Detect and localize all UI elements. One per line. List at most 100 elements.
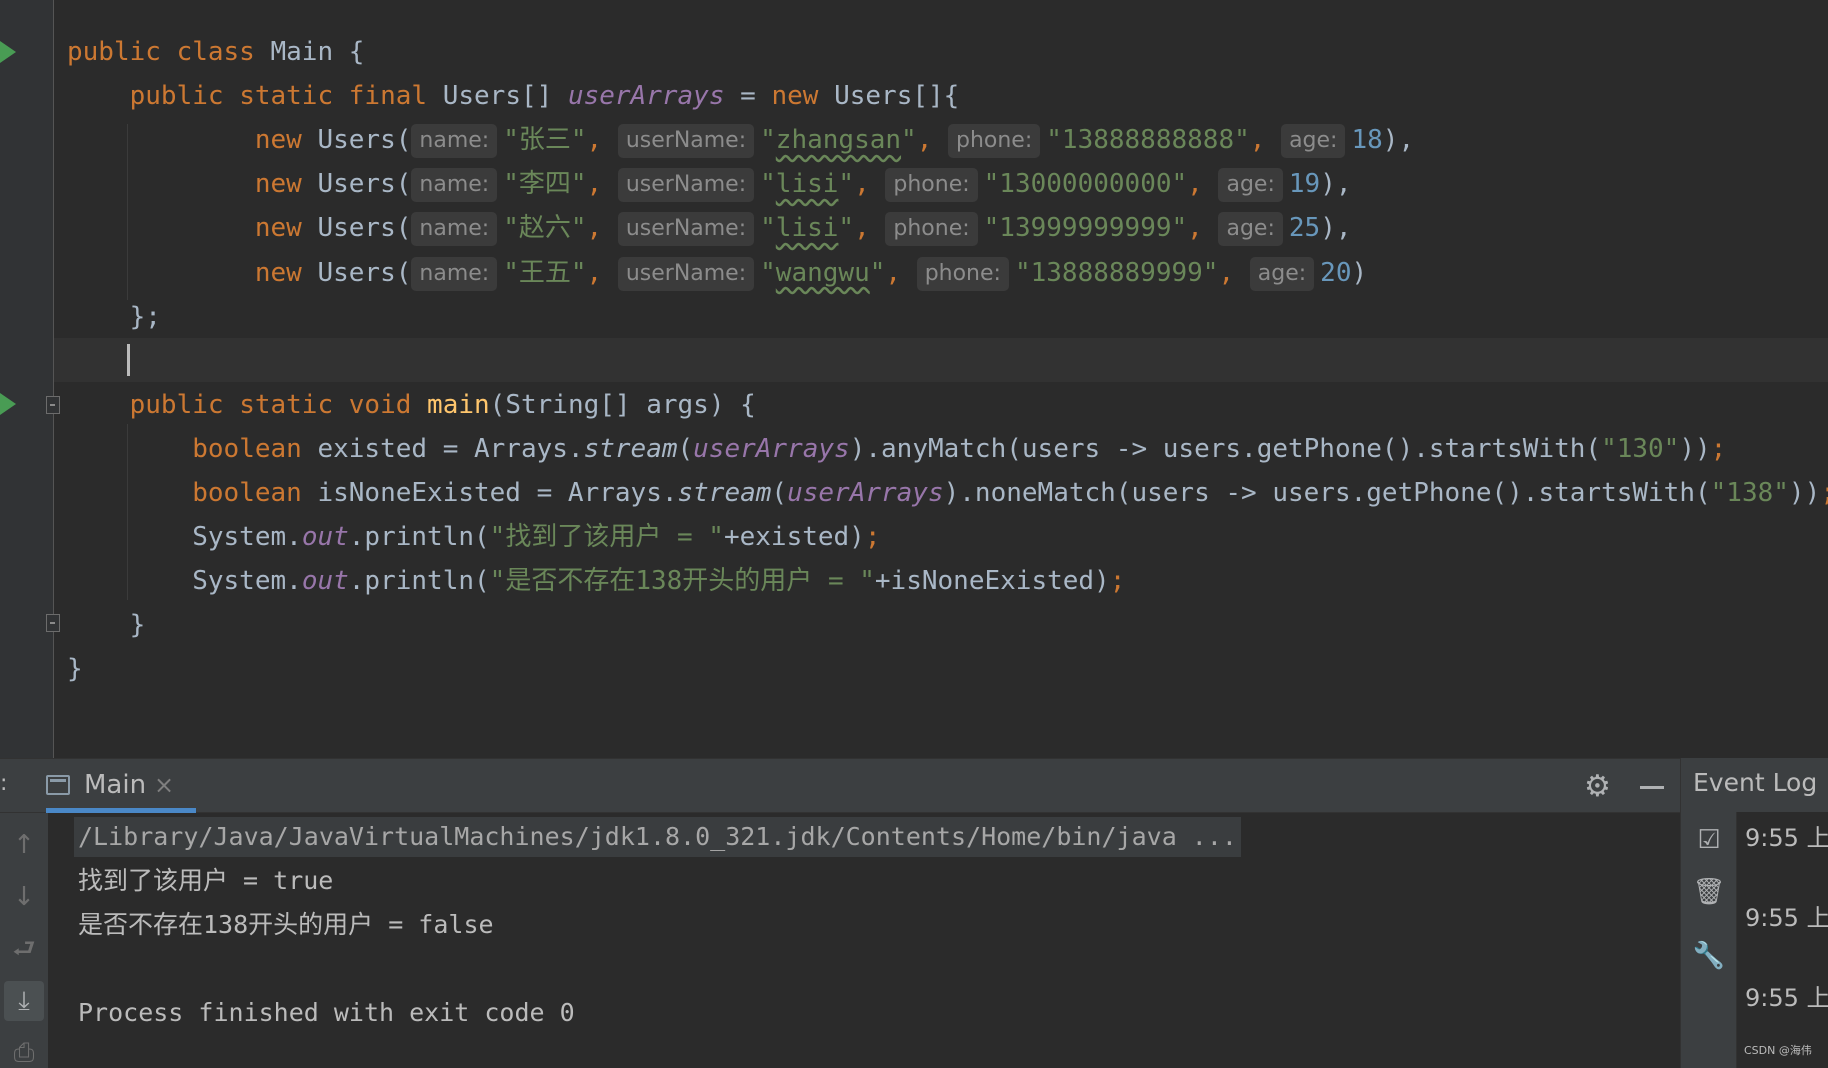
console-command-line[interactable]: /Library/Java/JavaVirtualMachines/jdk1.8… [74,817,1241,857]
code-token: userArrays [787,478,944,508]
parameter-hint: age: [1218,212,1283,247]
code-token: " [838,213,855,244]
trash-icon[interactable]: 🗑 [1691,874,1727,910]
code-token: ) [1351,257,1368,288]
soft-wrap-icon[interactable]: ⮐ [4,929,44,969]
mark-read-icon[interactable]: ☑ [1691,822,1727,858]
code-token: Users[] [442,81,568,112]
scroll-to-end-icon[interactable]: ⤓ [4,981,44,1021]
console-output-line: 是否不存在138开头的用户 = false [78,910,494,939]
run-main-icon[interactable] [0,393,16,415]
code-token: 19 [1288,169,1321,200]
minimize-icon[interactable] [1640,786,1664,789]
code-token: public static void [129,389,428,420]
arrow-down-icon[interactable]: ↓ [4,877,44,917]
code-token: boolean [192,478,318,508]
settings-wrench-icon[interactable]: 🔧 [1691,938,1727,974]
code-line[interactable]: }; [67,295,161,339]
code-token: , [885,257,917,288]
run-tool-window: : Main × ⚙ ↑ ↓ ⮐ ⤓ ⎙ /Library/Java/JavaV… [0,758,1828,1068]
code-token: , [586,257,618,288]
code-token: , [1187,213,1219,244]
code-token: , [916,125,948,156]
code-line[interactable]: boolean existed = Arrays.stream(userArra… [67,427,1726,471]
code-token: userArrays [567,81,725,112]
code-line[interactable]: new Users(name: "李四", userName: "lisi", ph… [67,162,1352,206]
event-log-list[interactable]: 9:55 上 9:55 上 9:55 上 [1737,812,1828,1068]
code-line[interactable]: } [67,647,83,691]
console-output-line: 找到了该用户 = true [78,866,334,895]
gear-icon[interactable]: ⚙ [1584,769,1611,804]
code-token: System. [67,566,302,597]
code-token: " [760,169,776,200]
code-token: Users( [317,213,412,244]
code-token: }; [67,301,161,332]
code-token: 20 [1320,257,1352,288]
code-token: 25 [1288,213,1321,244]
parameter-hint: name: [411,168,498,203]
current-line-highlight [54,338,1828,382]
parameter-hint: userName: [617,256,755,291]
code-token: , [854,213,886,244]
code-token: System. [67,522,302,553]
tab-options-handle[interactable]: : [0,771,7,796]
code-token: "是否不存在138开头的用户 = " [489,566,875,597]
code-line[interactable]: new Users(name: "赵六", userName: "lisi", ph… [67,206,1352,250]
parameter-hint: age: [1249,256,1315,291]
arrow-up-icon[interactable]: ↑ [4,825,44,865]
code-editor[interactable]: public class Main { public static final … [0,0,1828,758]
code-line[interactable]: } [67,603,146,647]
code-token: ).noneMatch(users -> users.getPhone().st… [943,478,1711,508]
code-token: ; [864,522,881,553]
code-token: ), [1382,125,1415,156]
parameter-hint: phone: [948,124,1041,159]
run-class-icon[interactable] [0,41,16,63]
code-line[interactable]: new Users(name: "王五", userName: "wangwu", … [67,251,1367,295]
run-toolbar: ↑ ↓ ⮐ ⤓ ⎙ [0,813,48,1068]
code-token: .println( [348,566,490,597]
watermark-text: CSDN @海伟 [1744,1044,1812,1057]
code-token: = [724,81,772,112]
code-token: public class [67,37,271,67]
code-token: new [254,169,318,200]
code-token: stream [677,478,772,508]
fold-start-icon[interactable] [46,396,60,414]
event-log-title[interactable]: Event Log [1693,768,1817,797]
code-token: " [838,169,855,200]
editor-gutter[interactable] [0,0,54,758]
code-token: +existed) [723,522,865,553]
code-token: ; [1710,433,1727,464]
code-token: " [760,213,776,244]
code-token: Users( [317,169,412,200]
print-icon[interactable]: ⎙ [4,1033,44,1068]
code-token: boolean [192,433,318,464]
event-log-panel: Event Log ☑ 🗑 🔧 9:55 上 9:55 上 9:55 上 [1680,758,1828,1068]
parameter-hint: userName: [617,124,755,159]
code-token: out [301,566,349,597]
code-line[interactable]: public class Main { [67,30,364,74]
code-line[interactable]: boolean isNoneExisted = Arrays.stream(us… [67,471,1828,515]
code-token: main [427,389,490,420]
close-icon[interactable]: × [154,771,174,799]
run-header: : Main × ⚙ [0,759,1680,813]
code-token: userArrays [693,433,850,464]
code-token: ), [1320,169,1352,200]
code-token: "王五" [503,257,587,288]
code-line[interactable]: new Users(name: "张三", userName: "zhangsan"… [67,118,1414,162]
code-token: ; [1820,478,1828,508]
code-token: lisi [775,169,839,200]
code-token: "找到了该用户 = " [489,522,724,553]
code-line[interactable]: public static final Users[] userArrays =… [67,74,960,118]
code-line[interactable]: public static void main(String[] args) { [67,383,756,427]
code-line[interactable]: System.out.println("找到了该用户 = "+existed); [67,515,881,559]
code-line[interactable]: System.out.println("是否不存在138开头的用户 = "+is… [67,559,1125,603]
fold-end-icon[interactable] [46,614,60,632]
code-token: " [760,257,776,288]
parameter-hint: age: [1218,168,1283,203]
code-token: "130" [1601,433,1680,464]
tab-main[interactable]: Main × [46,759,196,813]
